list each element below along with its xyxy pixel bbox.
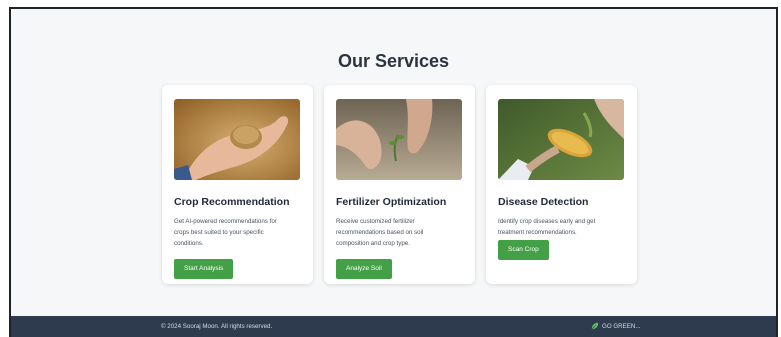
service-card-disease-detection: Disease Detection Identify crop diseases… bbox=[486, 85, 637, 284]
service-card-crop-recommendation: Crop Recommendation Get AI-powered recom… bbox=[162, 85, 313, 284]
leaf-icon bbox=[591, 322, 599, 330]
service-card-fertilizer-optimization: Fertilizer Optimization Receive customiz… bbox=[324, 85, 475, 284]
card-title: Disease Detection bbox=[498, 196, 589, 208]
scan-crop-button[interactable]: Scan Crop bbox=[498, 240, 549, 260]
card-description: Get AI-powered recommendations for crops… bbox=[174, 218, 277, 247]
card-description: Receive customized fertilizer recommenda… bbox=[336, 218, 424, 247]
start-analysis-button[interactable]: Start Analysis bbox=[174, 259, 234, 279]
page-frame: Our Services Crop Recommendation Get AI-… bbox=[9, 7, 778, 337]
crop-recommendation-image bbox=[174, 99, 300, 180]
footer: © 2024 Sooraj Moon. All rights reserved.… bbox=[11, 316, 776, 337]
fertilizer-optimization-image bbox=[336, 99, 462, 180]
footer-copyright: © 2024 Sooraj Moon. All rights reserved. bbox=[161, 323, 273, 330]
analyze-soil-button[interactable]: Analyze Soil bbox=[336, 259, 392, 279]
card-title: Crop Recommendation bbox=[174, 196, 290, 208]
tagline-text: GO GREEN... bbox=[602, 322, 641, 330]
disease-detection-image bbox=[498, 99, 624, 180]
section-title: Our Services bbox=[337, 51, 450, 71]
footer-tagline: GO GREEN... bbox=[591, 322, 641, 330]
card-description: Identify crop diseases early and get tre… bbox=[498, 218, 596, 236]
card-title: Fertilizer Optimization bbox=[336, 196, 447, 208]
